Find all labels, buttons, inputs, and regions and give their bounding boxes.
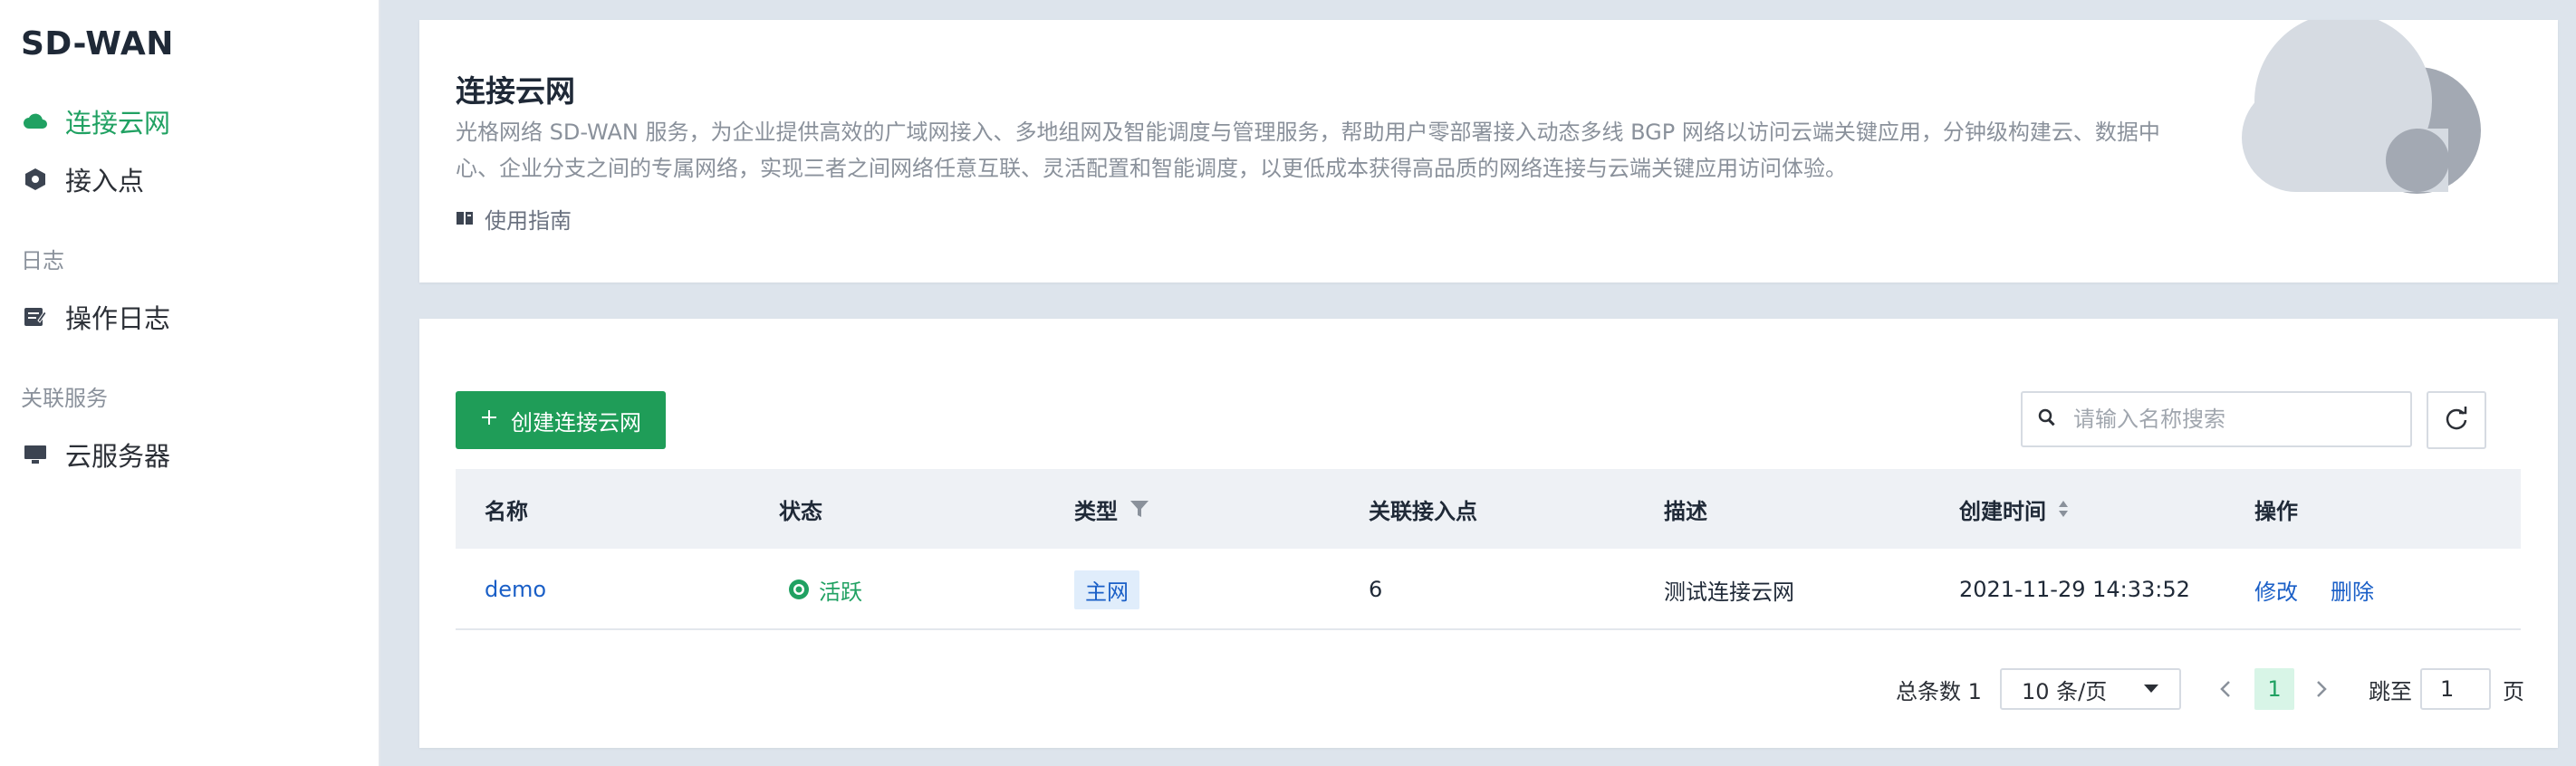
sidebar-item-cloud-server[interactable]: 云服务器	[22, 436, 170, 474]
column-header-name: 名称	[485, 469, 528, 549]
cloud-icon	[22, 108, 49, 135]
column-header-created-at: 创建时间	[1959, 469, 2070, 549]
sidebar: SD-WAN 连接云网 接入点 日志 操作日志 关联服务 云服务器	[0, 0, 380, 766]
search-box	[2021, 391, 2412, 447]
caret-down-icon	[2143, 684, 2159, 694]
column-header-description: 描述	[1664, 469, 1707, 549]
column-header-label: 描述	[1664, 498, 1707, 524]
page-size-select[interactable]: 10 条/页	[2000, 668, 2181, 710]
prev-page-button[interactable]	[2213, 668, 2238, 710]
search-icon	[2037, 407, 2057, 431]
sidebar-group-related-services: 关联服务	[21, 386, 108, 411]
sidebar-item-label: 连接云网	[65, 108, 171, 139]
column-header-actions: 操作	[2254, 469, 2298, 549]
status-active-icon	[788, 579, 810, 600]
search-input[interactable]	[2073, 407, 2399, 432]
sidebar-item-label: 操作日志	[65, 303, 171, 334]
column-header-label: 创建时间	[1959, 498, 2046, 524]
sidebar-item-label: 接入点	[65, 166, 145, 196]
created-at-cell: 2021-11-29 14:33:52	[1959, 577, 2190, 602]
table-header: 名称 状态 类型 关联接入点 描述 创建时间 操作	[456, 469, 2521, 549]
type-cell: 主网	[1074, 549, 1139, 630]
intro-card: 连接云网 光格网络 SD-WAN 服务，为企业提供高效的广域网接入、多地组网及智…	[419, 13, 2558, 282]
filter-icon[interactable]	[1129, 498, 1150, 520]
log-icon	[22, 303, 49, 330]
intro-description-line: 心、企业分支之间的专属网络，实现三者之间网络任意互联、灵活配置和智能调度，以更低…	[456, 156, 1847, 181]
jump-page-input[interactable]	[2420, 668, 2491, 710]
create-network-button[interactable]: 创建连接云网	[456, 391, 666, 449]
type-tag: 主网	[1074, 570, 1139, 609]
book-icon	[456, 206, 474, 232]
main-card: 创建连接云网 名称 状态 类型 关联接入点 描述	[419, 319, 2558, 748]
access-points-count: 6	[1369, 577, 1383, 602]
column-header-label: 类型	[1074, 498, 1118, 524]
usage-guide-link[interactable]: 使用指南	[456, 203, 572, 235]
cloud-illustration	[2236, 13, 2508, 201]
column-header-status: 状态	[779, 469, 822, 549]
edit-link[interactable]: 修改	[2254, 549, 2298, 630]
usage-guide-label: 使用指南	[485, 208, 572, 234]
refresh-button[interactable]	[2427, 391, 2486, 449]
column-header-type: 类型	[1074, 469, 1150, 549]
table-row: demo 活跃 主网 6 测试连接云网 2021-11-29 14:33:52 …	[456, 549, 2521, 630]
monitor-icon	[22, 441, 49, 468]
description-cell: 测试连接云网	[1664, 579, 1794, 605]
sidebar-group-log: 日志	[21, 248, 64, 273]
create-network-label: 创建连接云网	[511, 410, 641, 436]
intro-description: 光格网络 SD-WAN 服务，为企业提供高效的广域网接入、多地组网及智能调度与管…	[456, 114, 2240, 187]
column-header-label: 状态	[779, 498, 822, 524]
status-badge: 活跃	[788, 549, 862, 630]
page-number-current[interactable]: 1	[2254, 668, 2294, 710]
column-header-label: 名称	[485, 498, 528, 524]
page-size-value: 10 条/页	[2022, 678, 2108, 704]
page-title: 连接云网	[456, 73, 575, 109]
column-header-label: 关联接入点	[1369, 498, 1477, 524]
chevron-right-icon	[2315, 679, 2328, 699]
sidebar-item-operation-log[interactable]: 操作日志	[22, 298, 170, 336]
sidebar-item-access-point[interactable]: 接入点	[22, 160, 144, 198]
sort-icon[interactable]	[2057, 498, 2070, 520]
sidebar-item-connect-cloud-network[interactable]: 连接云网	[22, 102, 170, 140]
column-header-access-points: 关联接入点	[1369, 469, 1477, 549]
next-page-button[interactable]	[2309, 668, 2334, 710]
page-unit-label: 页	[2503, 678, 2524, 704]
sidebar-item-label: 云服务器	[65, 441, 171, 472]
access-point-icon	[22, 166, 49, 193]
delete-link[interactable]: 删除	[2331, 549, 2374, 630]
total-count: 总条数 1	[1896, 678, 1982, 704]
plus-icon	[480, 407, 498, 433]
jump-to-label: 跳至	[2369, 678, 2412, 704]
intro-description-line: 光格网络 SD-WAN 服务，为企业提供高效的广域网接入、多地组网及智能调度与管…	[456, 120, 2160, 145]
network-name-link[interactable]: demo	[485, 549, 546, 630]
column-header-label: 操作	[2254, 498, 2298, 524]
refresh-icon	[2444, 406, 2469, 435]
brand-title: SD-WAN	[21, 25, 174, 62]
status-label: 活跃	[819, 579, 862, 605]
chevron-left-icon	[2219, 679, 2232, 699]
